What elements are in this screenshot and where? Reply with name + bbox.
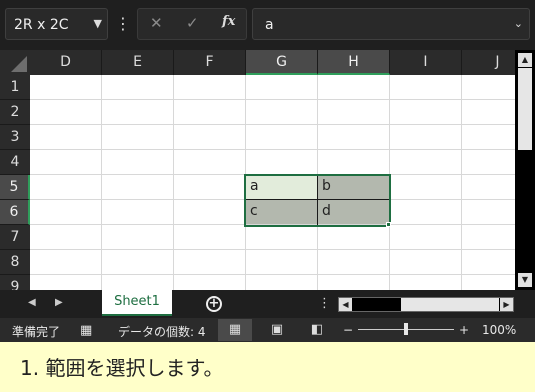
gridline [30,149,515,150]
column-header-g[interactable]: G [246,50,318,75]
scroll-right-icon[interactable]: ▶ [500,298,513,311]
cell-h6[interactable]: d [318,200,389,224]
column-header-j[interactable]: J [462,50,515,75]
gridline [30,99,515,100]
expand-formula-icon[interactable]: ⌄ [514,17,523,30]
gridline [173,75,174,290]
formula-input[interactable]: a ⌄ [252,8,530,40]
formula-bar: 2R x 2C ▼ ⋮ ✕ ✓ fx a ⌄ [0,0,535,50]
zoom-out-button[interactable]: − [343,323,353,337]
instruction-caption: 1. 範囲を選択します。 [0,342,535,392]
row-header-9[interactable]: 9 [0,275,30,290]
select-all-button[interactable] [0,50,30,75]
gridline [30,224,515,225]
row-header-6[interactable]: 6 [0,200,30,225]
zoom-in-button[interactable]: + [459,323,469,337]
more-options-icon[interactable]: ⋮ [115,12,131,36]
chevron-down-icon[interactable]: ▼ [94,17,102,30]
vertical-scrollbar[interactable]: ▲ ▼ [515,50,535,290]
accessibility-icon[interactable]: ▦ [80,323,92,338]
sheet-tab-bar: ◀ ▶ Sheet1 + ⋮ ◀ ▶ [0,290,535,318]
gridline [389,75,390,290]
row-header-3[interactable]: 3 [0,125,30,150]
row-header-1[interactable]: 1 [0,75,30,100]
page-layout-view-button[interactable]: ▣ [260,319,294,341]
row-header-7[interactable]: 7 [0,225,30,250]
name-box-value: 2R x 2C [14,17,69,33]
normal-view-button[interactable]: ▦ [218,319,252,341]
enter-icon[interactable]: ✓ [186,14,199,32]
formula-value: a [265,17,274,33]
gridline [30,249,515,250]
next-sheet-icon[interactable]: ▶ [55,297,63,308]
status-bar: 準備完了 ▦ データの個数: 4 ▦ ▣ ◧ − + 100% [0,318,535,342]
gridline [30,274,515,275]
column-header-f[interactable]: F [174,50,246,75]
cell-divider [246,199,389,200]
cell-h5[interactable]: b [318,175,389,199]
row-header-4[interactable]: 4 [0,150,30,175]
select-all-icon [11,56,27,72]
scroll-thumb[interactable] [518,68,532,150]
fill-handle[interactable] [386,222,391,227]
formula-tools: ✕ ✓ fx [137,8,247,40]
gridline [461,75,462,290]
scroll-up-icon[interactable]: ▲ [518,53,532,67]
name-box[interactable]: 2R x 2C ▼ [5,8,108,40]
row-header-5[interactable]: 5 [0,175,30,200]
previous-sheet-icon[interactable]: ◀ [28,297,36,308]
column-header-h[interactable]: H [318,50,390,75]
scroll-down-icon[interactable]: ▼ [518,273,532,287]
worksheet-grid[interactable]: D E F G H I J 1 2 3 4 5 6 7 8 9 a b c d [0,50,515,290]
gridline [30,124,515,125]
gridline [101,75,102,290]
column-header-d[interactable]: D [30,50,102,75]
row-header-2[interactable]: 2 [0,100,30,125]
page-break-view-button[interactable]: ◧ [300,319,334,341]
scroll-left-icon[interactable]: ◀ [339,298,352,311]
column-header-i[interactable]: I [390,50,462,75]
zoom-slider-thumb[interactable] [404,323,408,335]
insert-function-icon[interactable]: fx [222,14,235,29]
status-ready: 準備完了 [12,325,61,339]
cell-g5[interactable]: a [246,175,317,199]
cell-g6[interactable]: c [246,200,317,224]
horizontal-scrollbar[interactable]: ◀ ▶ [338,297,514,312]
row-header-8[interactable]: 8 [0,250,30,275]
status-count: データの個数: 4 [118,325,206,339]
column-header-e[interactable]: E [102,50,174,75]
cancel-icon[interactable]: ✕ [150,14,163,32]
sheet-tab-sheet1[interactable]: Sheet1 [102,290,172,316]
more-options-icon[interactable]: ⋮ [318,296,331,311]
add-sheet-icon[interactable]: + [206,296,222,312]
scroll-thumb[interactable] [401,298,499,311]
zoom-level[interactable]: 100% [482,323,516,337]
cell-divider [317,175,318,225]
